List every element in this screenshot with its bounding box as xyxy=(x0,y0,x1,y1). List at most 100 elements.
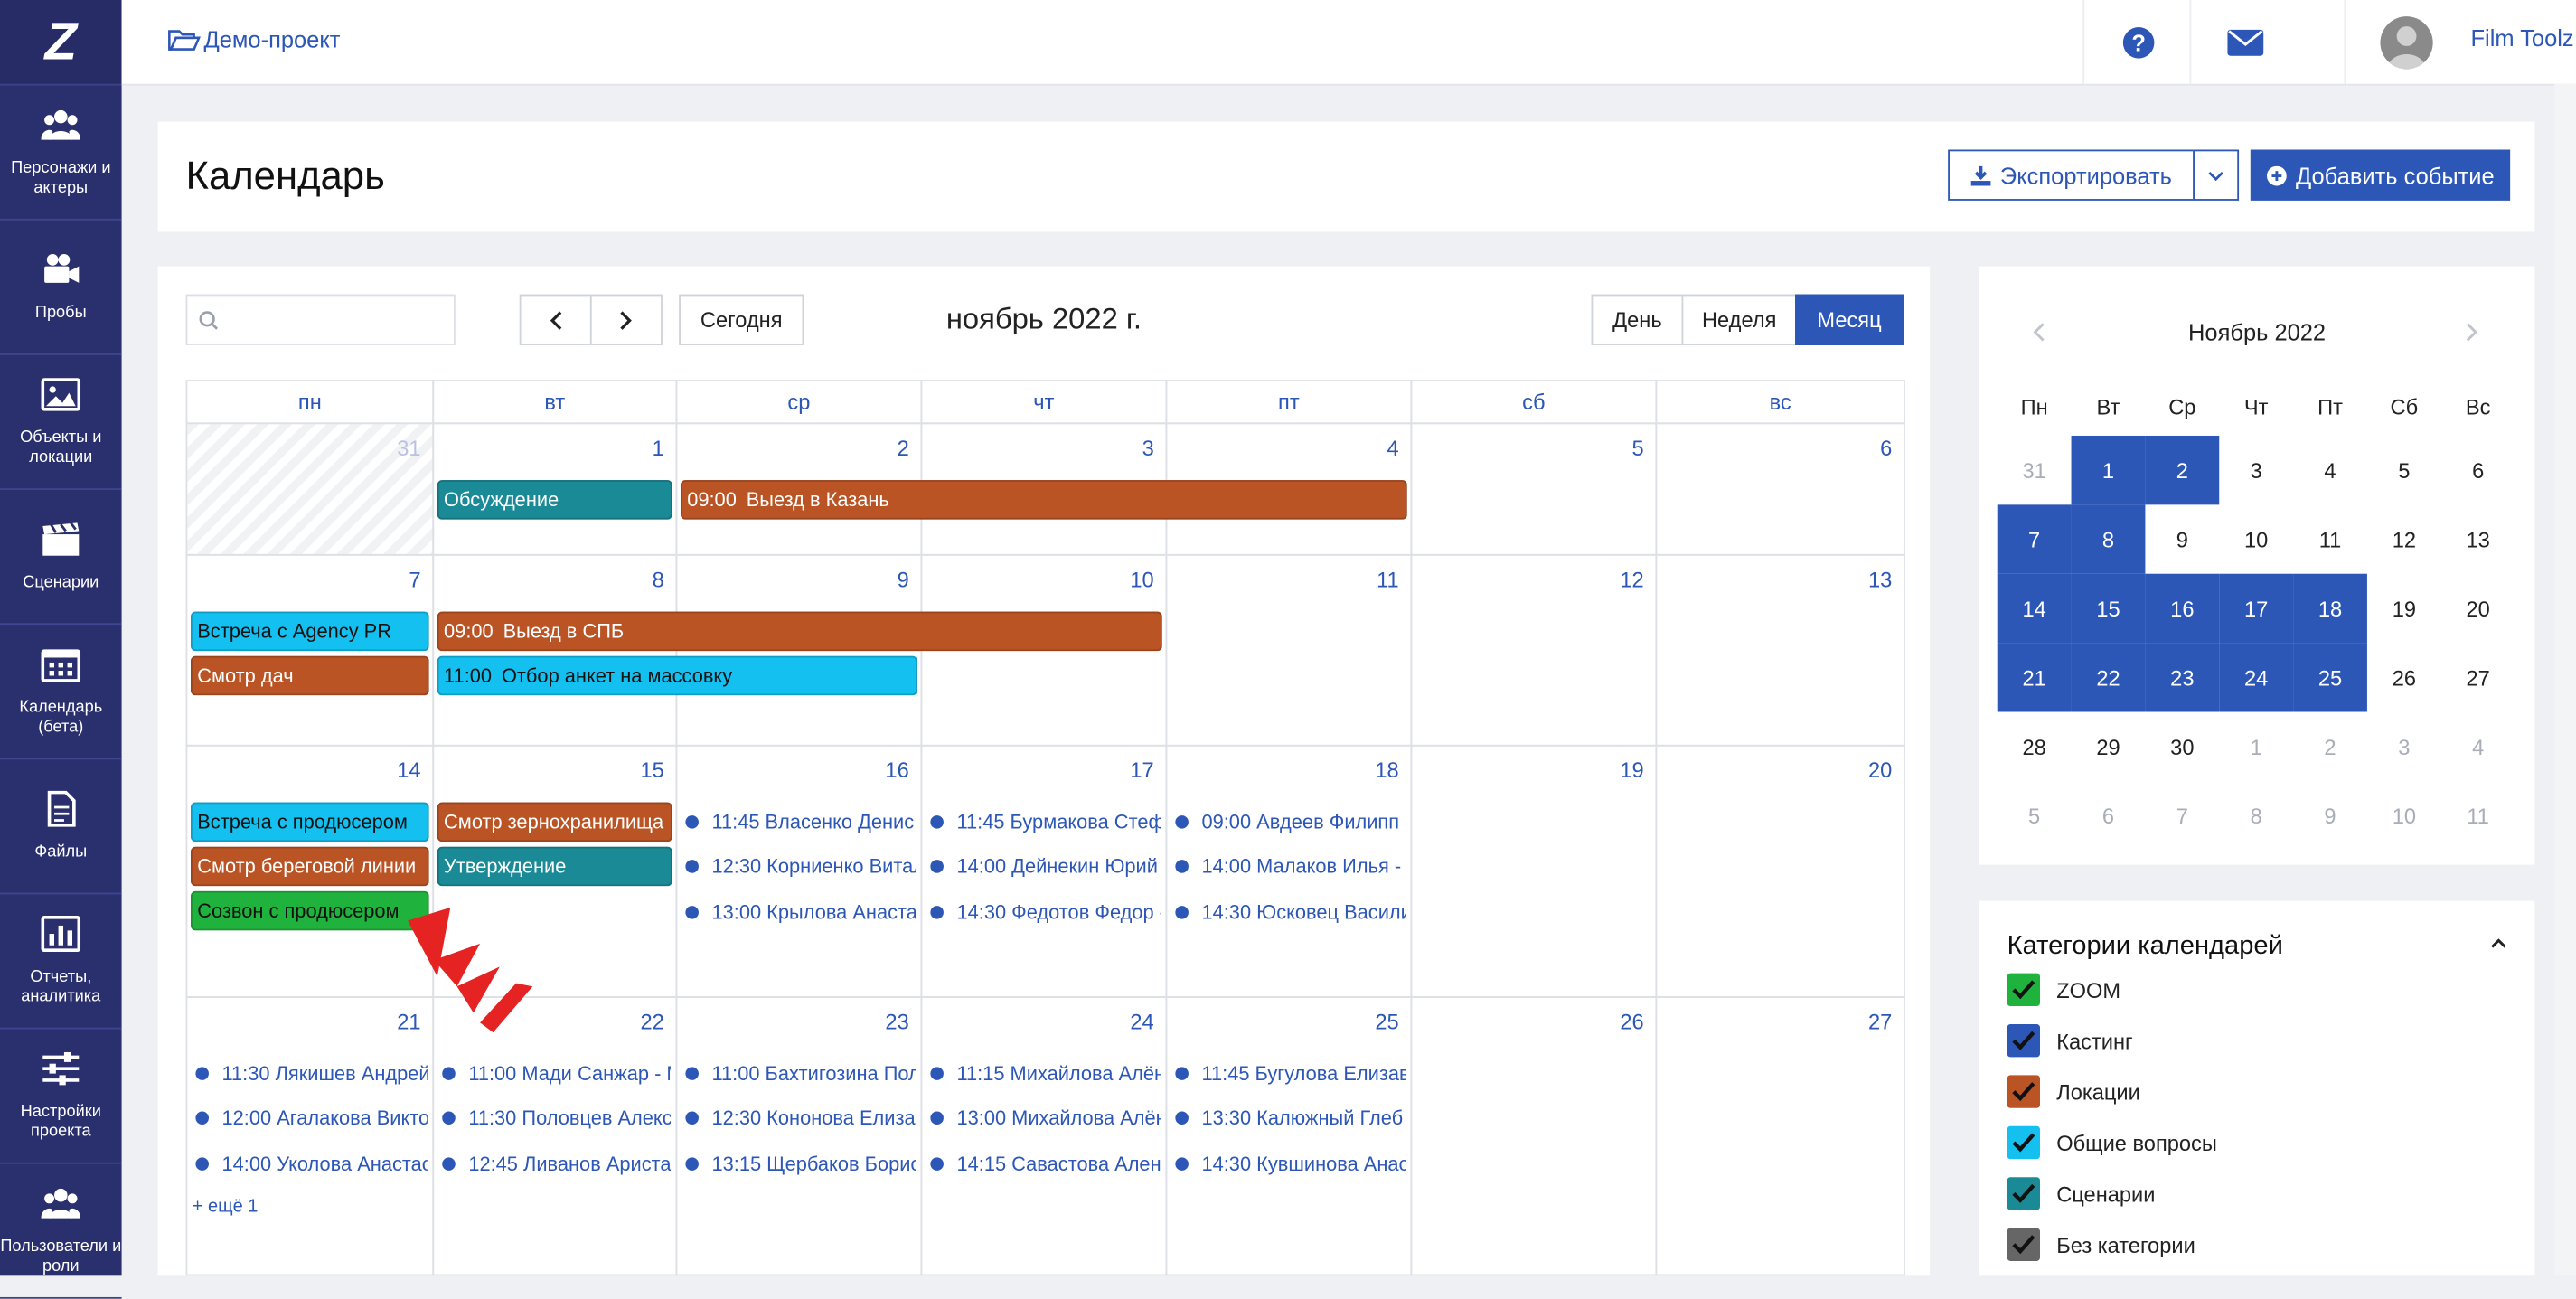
mini-day[interactable]: 20 xyxy=(2441,574,2515,643)
mini-day[interactable]: 10 xyxy=(2219,504,2293,573)
calendar-event[interactable]: 11:00 Мади Санжар - М xyxy=(432,1059,671,1088)
day-number[interactable]: 24 xyxy=(1130,1010,1153,1034)
mini-day[interactable]: 23 xyxy=(2145,643,2220,712)
calendar-event[interactable]: 14:15 Савастова Алена xyxy=(920,1149,1161,1179)
mini-day[interactable]: 2 xyxy=(2145,435,2220,505)
calendar-event[interactable]: 12:45 Ливанов Аристар xyxy=(432,1149,671,1179)
mini-day[interactable]: 4 xyxy=(2293,436,2367,504)
more-events-link[interactable]: + ещё 1 xyxy=(193,1197,259,1217)
mini-day[interactable]: 31 xyxy=(1998,436,2072,504)
calendar-event[interactable]: 11:45 Власенко Денис - xyxy=(675,807,916,837)
calendar-event[interactable]: 11:15 Михайлова Алёна xyxy=(920,1059,1161,1088)
category-item[interactable]: Без категории xyxy=(2007,1227,2195,1263)
export-button[interactable]: Экспортировать xyxy=(1948,149,2195,201)
sidebar-item-5[interactable]: Файлы xyxy=(0,759,122,895)
day-number[interactable]: 25 xyxy=(1375,1010,1398,1034)
sidebar-item-6[interactable]: Отчеты, аналитика xyxy=(0,894,122,1030)
calendar-event[interactable]: 12:30 Корниенко Витал xyxy=(675,852,916,881)
mini-day[interactable]: 14 xyxy=(1997,573,2072,644)
mini-day[interactable]: 11 xyxy=(2293,504,2367,573)
mini-day[interactable]: 12 xyxy=(2367,504,2441,573)
day-cell[interactable]: 11 xyxy=(1165,553,1413,747)
day-cell[interactable]: 19 xyxy=(1410,744,1658,998)
calendar-event[interactable]: 14:30 Кувшинова Анаст xyxy=(1165,1149,1406,1179)
calendar-event[interactable]: 11:30 Лякишев Андрей xyxy=(186,1059,428,1088)
mini-day[interactable]: 10 xyxy=(2367,781,2441,850)
mini-day[interactable]: 8 xyxy=(2071,504,2146,574)
mini-day[interactable]: 9 xyxy=(2293,781,2367,850)
mini-day[interactable]: 26 xyxy=(2367,643,2441,711)
day-number[interactable]: 2 xyxy=(898,436,909,460)
category-checkbox[interactable] xyxy=(2007,1177,2041,1210)
calendar-event[interactable]: 13:15 Щербаков Борис xyxy=(675,1149,916,1179)
category-checkbox[interactable] xyxy=(2007,1024,2041,1058)
mini-day[interactable]: 24 xyxy=(2219,643,2294,712)
mini-day[interactable]: 17 xyxy=(2219,573,2294,644)
day-number[interactable]: 16 xyxy=(885,758,908,782)
day-number[interactable]: 10 xyxy=(1130,567,1153,591)
calendar-event[interactable]: 11:00 Бахтигозина Пол xyxy=(675,1059,916,1088)
mini-next-button[interactable] xyxy=(2466,315,2479,350)
day-cell[interactable]: 27 xyxy=(1655,996,1905,1276)
day-number[interactable]: 3 xyxy=(1142,436,1154,460)
mini-day[interactable]: 16 xyxy=(2145,573,2220,644)
user-menu[interactable]: Film Toolz xyxy=(2344,0,2576,84)
calendar-event[interactable]: 11:00 Отбор анкет на массовку xyxy=(437,655,917,696)
day-cell[interactable]: 6 xyxy=(1655,422,1905,556)
mini-day[interactable]: 5 xyxy=(1998,781,2072,850)
mini-day[interactable]: 13 xyxy=(2441,504,2515,573)
category-item[interactable]: Сценарии xyxy=(2007,1175,2155,1211)
day-number[interactable]: 22 xyxy=(640,1010,663,1034)
day-number[interactable]: 4 xyxy=(1387,436,1399,460)
category-checkbox[interactable] xyxy=(2007,973,2041,1007)
view-week-button[interactable]: Неделя xyxy=(1681,294,1797,345)
mini-day[interactable]: 7 xyxy=(1997,504,2072,574)
calendar-event[interactable]: 09:00 Выезд в Казань xyxy=(680,480,1407,520)
day-number[interactable]: 1 xyxy=(653,436,664,460)
help-button[interactable]: ? xyxy=(2082,0,2191,84)
calendar-event[interactable]: 12:00 Агалакова Виктор xyxy=(186,1103,428,1133)
categories-collapse-button[interactable] xyxy=(2487,932,2510,955)
sidebar-item-1[interactable]: Пробы xyxy=(0,221,122,355)
calendar-event[interactable]: 09:00 Выезд в СПБ xyxy=(437,611,1162,652)
mini-day[interactable]: 19 xyxy=(2367,574,2441,643)
category-item[interactable]: Локации xyxy=(2007,1074,2140,1110)
category-item[interactable]: ZOOM xyxy=(2007,972,2120,1008)
calendar-event[interactable]: Смотр береговой линии xyxy=(190,846,429,887)
category-checkbox[interactable] xyxy=(2007,1228,2041,1261)
day-cell[interactable]: 24 xyxy=(920,996,1168,1276)
mini-day[interactable]: 3 xyxy=(2367,711,2441,780)
page-scrollbar[interactable] xyxy=(2554,83,2576,1276)
calendar-event[interactable]: 14:30 Юсковец Василин xyxy=(1165,898,1406,927)
mini-day[interactable]: 27 xyxy=(2441,643,2515,711)
calendar-event[interactable]: 11:45 Бурмакова Стефа xyxy=(920,807,1161,837)
day-number[interactable]: 7 xyxy=(409,567,420,591)
calendar-event[interactable]: 11:45 Бугулова Елизаве xyxy=(1165,1059,1406,1088)
mini-day[interactable]: 15 xyxy=(2071,573,2146,644)
mini-day[interactable]: 6 xyxy=(2441,436,2515,504)
day-number[interactable]: 27 xyxy=(1868,1010,1892,1034)
day-number[interactable]: 8 xyxy=(653,567,664,591)
calendar-event[interactable]: 13:00 Михайлова Алёна xyxy=(920,1103,1161,1133)
sidebar-item-4[interactable]: Календарь (бета) xyxy=(0,625,122,760)
mini-day[interactable]: 11 xyxy=(2441,781,2515,850)
day-number[interactable]: 17 xyxy=(1130,758,1153,782)
mini-day[interactable]: 9 xyxy=(2145,504,2219,573)
day-number[interactable]: 13 xyxy=(1868,567,1892,591)
category-item[interactable]: Кастинг xyxy=(2007,1022,2133,1059)
calendar-event[interactable]: 13:00 Крылова Анастас xyxy=(675,898,916,927)
day-cell[interactable]: 20 xyxy=(1655,744,1905,998)
calendar-event[interactable]: 14:00 Малаков Илья - Е xyxy=(1165,852,1406,881)
calendar-event[interactable]: 14:00 Уколова Анастасі xyxy=(186,1149,428,1179)
mini-day[interactable]: 7 xyxy=(2145,781,2219,850)
calendar-event[interactable]: Смотр зернохранилища xyxy=(437,802,672,842)
mini-day[interactable]: 1 xyxy=(2071,435,2146,505)
calendar-event[interactable]: 11:30 Половцев Алекса xyxy=(432,1103,671,1133)
day-number[interactable]: 11 xyxy=(1377,567,1399,591)
mini-day[interactable]: 18 xyxy=(2293,573,2367,644)
sidebar-item-3[interactable]: Сценарии xyxy=(0,490,122,626)
mini-day[interactable]: 4 xyxy=(2441,711,2515,780)
calendar-event[interactable]: Обсуждение xyxy=(437,480,672,520)
category-item[interactable]: Общие вопросы xyxy=(2007,1125,2217,1161)
day-number[interactable]: 18 xyxy=(1375,758,1398,782)
